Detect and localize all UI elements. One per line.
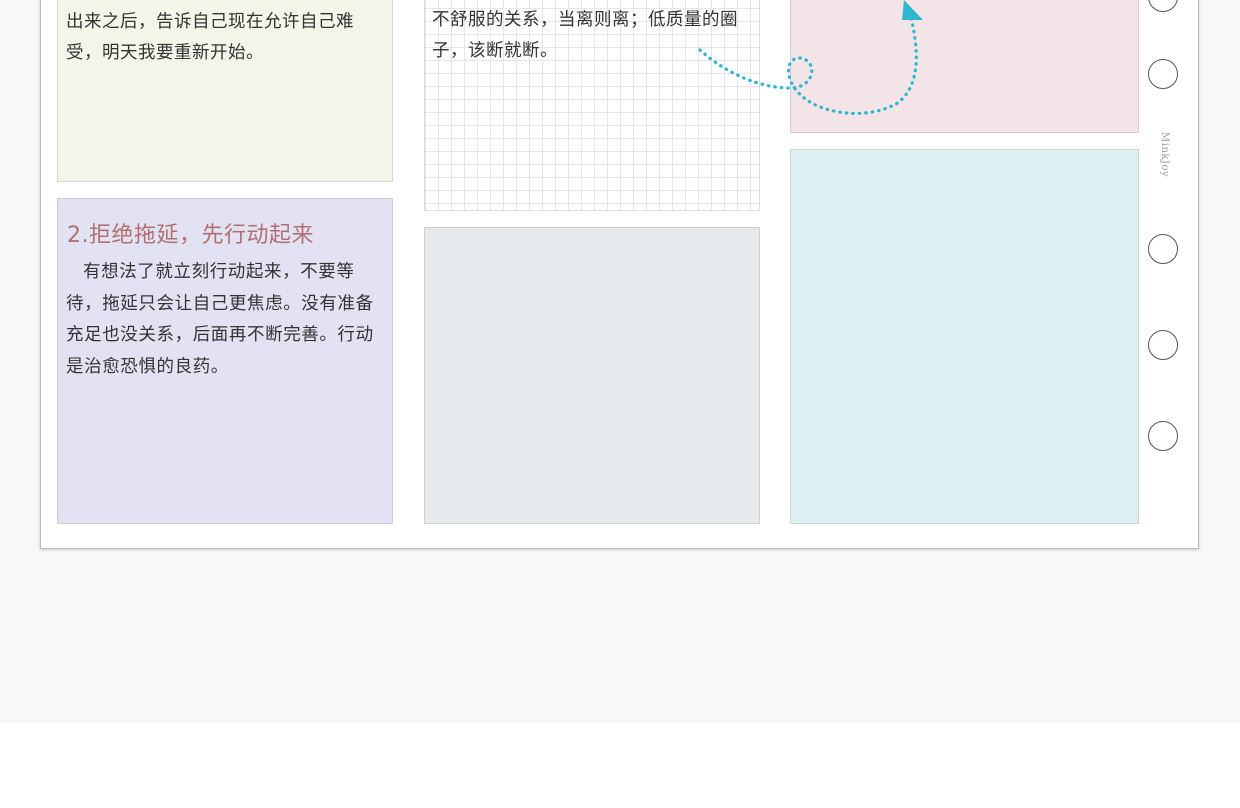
binder-ring-hole-icon [1148, 59, 1178, 89]
dotted-loop-arrow-icon [698, 0, 923, 115]
note-purple-body: 有想法了就立刻行动起来，不要等待，拖延只会让自己更焦虑。没有准备充足也没关系，后… [66, 262, 374, 377]
note-green-body: 出来之后，告诉自己现在允许自己难受，明天我要重新开始。 [66, 12, 354, 63]
note-card-teal [790, 149, 1139, 524]
note-card-grey [424, 227, 760, 524]
binder-ring-hole-icon [1148, 421, 1178, 451]
note-purple-title: 2.拒绝拖延，先行动起来 [67, 223, 314, 248]
brand-label: MinkJoy [1159, 132, 1170, 178]
binder-ring-hole-icon [1148, 234, 1178, 264]
binder-ring-hole-icon [1148, 330, 1178, 360]
